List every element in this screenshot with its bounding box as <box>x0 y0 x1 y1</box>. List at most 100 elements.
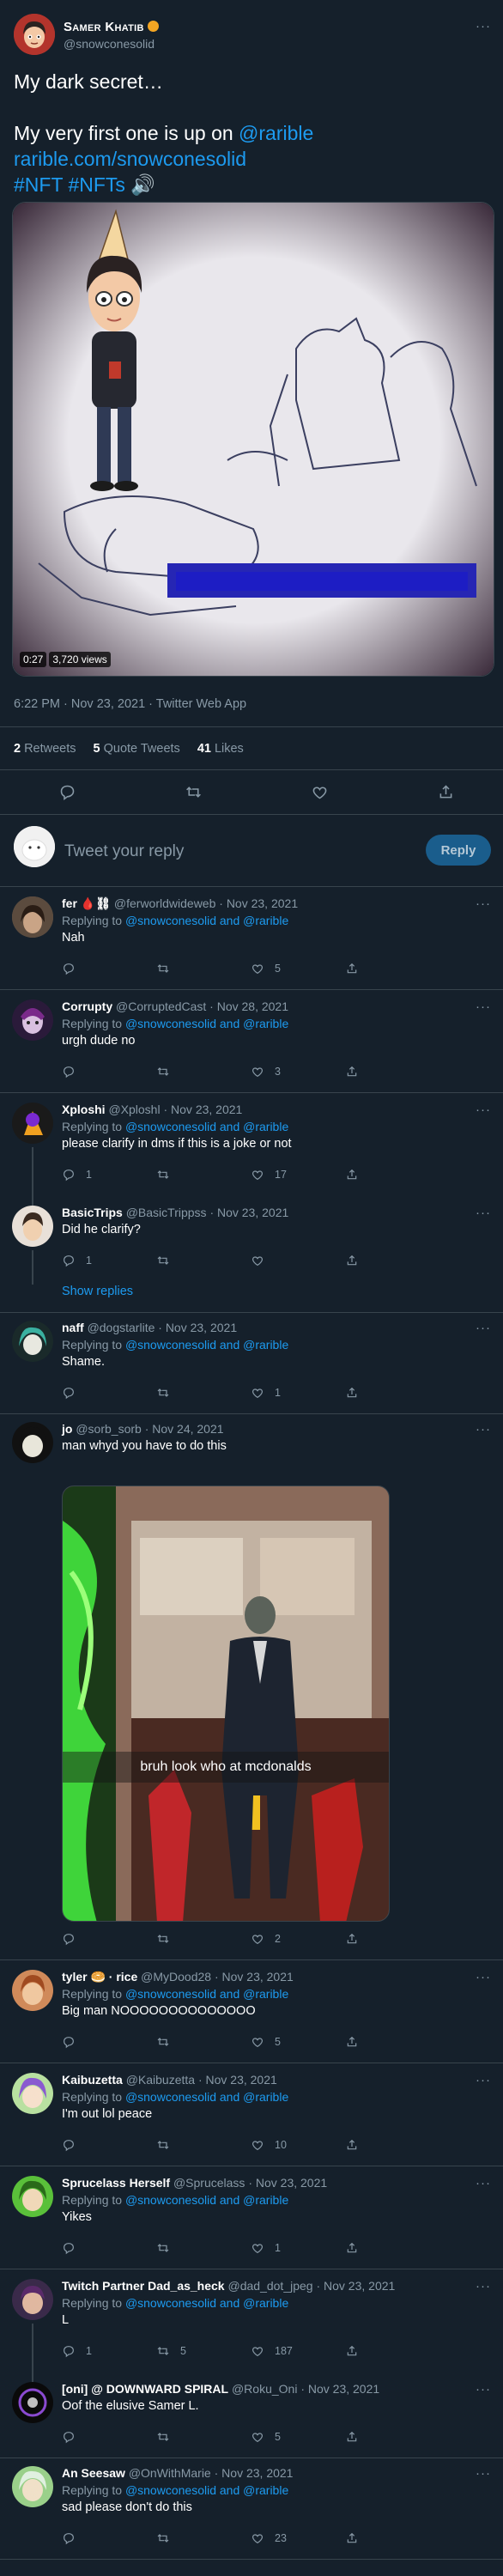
more-options-icon[interactable]: ··· <box>476 896 491 911</box>
reply-action[interactable] <box>62 962 156 975</box>
author-avatar[interactable] <box>14 14 55 55</box>
share-action[interactable] <box>345 2430 439 2444</box>
replying-to-link[interactable]: @snowconesolid and @rarible <box>125 2090 288 2104</box>
reply-action[interactable] <box>62 1932 156 1946</box>
reply-author-handle[interactable]: @Roku_Oni <box>232 2382 297 2396</box>
mention-link[interactable]: @rarible <box>239 122 313 144</box>
likes-stat[interactable]: 41 Likes <box>197 742 244 756</box>
reply-date[interactable]: · Nov 23, 2021 <box>158 1321 237 1334</box>
reply-avatar[interactable] <box>12 1970 53 2011</box>
retweet-action[interactable] <box>156 1932 251 1946</box>
reply-button[interactable]: Reply <box>426 835 491 866</box>
reply-avatar[interactable] <box>12 896 53 938</box>
reply-avatar[interactable] <box>12 1103 53 1144</box>
reply-author-name[interactable]: [oni] @ DOWNWARD SPIRAL <box>62 2382 228 2396</box>
share-action[interactable] <box>345 2344 439 2358</box>
reply-author-name[interactable]: jo <box>62 1422 72 1436</box>
retweet-action[interactable] <box>156 2430 251 2444</box>
reply-date[interactable]: · Nov 23, 2021 <box>219 896 298 910</box>
share-action[interactable] <box>345 1065 439 1078</box>
reply-avatar[interactable] <box>12 2382 53 2423</box>
reply-action[interactable] <box>62 1065 156 1078</box>
replying-to-link[interactable]: @snowconesolid and @rarible <box>125 1017 288 1030</box>
reply-avatar[interactable] <box>12 2176 53 2217</box>
like-action[interactable]: 17 <box>251 1168 345 1182</box>
reply-action[interactable] <box>62 2531 156 2545</box>
reply-image[interactable]: bruh look who at mcdonalds <box>62 1485 390 1922</box>
share-action[interactable] <box>345 2241 439 2255</box>
more-options-icon[interactable]: ··· <box>476 1103 491 1117</box>
reply-action[interactable] <box>62 2035 156 2049</box>
reply-author-name[interactable]: Twitch Partner Dad_as_heck <box>62 2279 225 2293</box>
reply-author-name[interactable]: naff <box>62 1321 84 1334</box>
reply-avatar[interactable] <box>12 2466 53 2507</box>
like-action[interactable]: 1 <box>251 2241 345 2255</box>
reply-date[interactable]: · Nov 23, 2021 <box>198 2073 277 2087</box>
share-action[interactable] <box>345 1932 439 1946</box>
reply-action[interactable] <box>62 2138 156 2152</box>
share-action[interactable] <box>345 2035 439 2049</box>
reply-author-handle[interactable]: @ferworldwideweb <box>114 896 215 910</box>
retweet-action[interactable]: 5 <box>156 2344 251 2358</box>
share-icon[interactable] <box>437 783 455 805</box>
replying-to-link[interactable]: @snowconesolid and @rarible <box>125 914 288 927</box>
reply-author-name[interactable]: Sprucelass Herself <box>62 2176 170 2190</box>
share-action[interactable] <box>345 1254 439 1267</box>
replying-to-link[interactable]: @snowconesolid and @rarible <box>125 1987 288 2001</box>
reply-avatar[interactable] <box>12 999 53 1041</box>
rarible-link[interactable]: rarible.com/snowconesolid <box>14 146 486 172</box>
reply-avatar[interactable] <box>12 2279 53 2320</box>
more-options-icon[interactable]: ··· <box>476 2176 491 2190</box>
author-handle[interactable]: @snowconesolid <box>64 37 159 51</box>
tweet-video[interactable]: 0:27 3,720 views <box>12 202 494 677</box>
like-icon[interactable] <box>311 783 329 805</box>
share-action[interactable] <box>345 962 439 975</box>
share-action[interactable] <box>345 1386 439 1400</box>
reply-date[interactable]: · Nov 23, 2021 <box>300 2382 379 2396</box>
retweet-action[interactable] <box>156 1065 251 1078</box>
more-options-icon[interactable]: ··· <box>476 999 491 1014</box>
share-action[interactable] <box>345 2531 439 2545</box>
like-action[interactable] <box>251 1254 345 1267</box>
reply-action[interactable] <box>62 2241 156 2255</box>
hashtags-link[interactable]: #NFT #NFTs <box>14 173 125 196</box>
more-options-icon[interactable]: ··· <box>476 1206 491 1220</box>
reply-date[interactable]: · Nov 23, 2021 <box>248 2176 327 2190</box>
replying-to-link[interactable]: @snowconesolid and @rarible <box>125 2483 288 2497</box>
reply-author-handle[interactable]: @dogstarlite <box>88 1321 155 1334</box>
reply-action[interactable] <box>62 1386 156 1400</box>
replying-to-link[interactable]: @snowconesolid and @rarible <box>125 2296 288 2310</box>
more-options-icon[interactable]: ··· <box>476 19 491 33</box>
like-action[interactable]: 3 <box>251 1065 345 1078</box>
like-action[interactable]: 10 <box>251 2138 345 2152</box>
reply-author-name[interactable]: Corrupty <box>62 999 112 1013</box>
share-action[interactable] <box>345 2138 439 2152</box>
reply-date[interactable]: · Nov 23, 2021 <box>215 2466 294 2480</box>
reply-author-handle[interactable]: @OnWithMarie <box>129 2466 211 2480</box>
retweets-stat[interactable]: 2 Retweets <box>14 742 76 756</box>
tweet-timestamp[interactable]: 6:22 PM · Nov 23, 2021 · Twitter Web App <box>14 697 246 711</box>
reply-icon[interactable] <box>58 783 76 805</box>
reply-author-handle[interactable]: @Sprucelass <box>173 2176 245 2190</box>
share-action[interactable] <box>345 1168 439 1182</box>
reply-action[interactable]: 1 <box>62 2344 156 2358</box>
more-options-icon[interactable]: ··· <box>476 2279 491 2293</box>
reply-date[interactable]: · Nov 23, 2021 <box>316 2279 395 2293</box>
more-options-icon[interactable]: ··· <box>476 2466 491 2481</box>
retweet-action[interactable] <box>156 2241 251 2255</box>
reply-author-name[interactable]: An Seesaw <box>62 2466 125 2480</box>
more-options-icon[interactable]: ··· <box>476 2382 491 2397</box>
reply-avatar[interactable] <box>12 1422 53 1463</box>
retweet-action[interactable] <box>156 2138 251 2152</box>
replying-to-link[interactable]: @snowconesolid and @rarible <box>125 1338 288 1352</box>
reply-date[interactable]: · Nov 24, 2021 <box>145 1422 224 1436</box>
like-action[interactable]: 187 <box>251 2344 345 2358</box>
reply-action[interactable] <box>62 2430 156 2444</box>
reply-author-name[interactable]: fer 🩸⛓ <box>62 896 111 910</box>
like-action[interactable]: 23 <box>251 2531 345 2545</box>
reply-author-name[interactable]: Kaibuzetta <box>62 2073 123 2087</box>
like-action[interactable]: 5 <box>251 2035 345 2049</box>
show-replies-link[interactable]: Show replies <box>62 1285 133 1298</box>
replying-to-link[interactable]: @snowconesolid and @rarible <box>125 1120 288 1133</box>
reply-author-handle[interactable]: @BasicTrippss <box>126 1206 207 1219</box>
